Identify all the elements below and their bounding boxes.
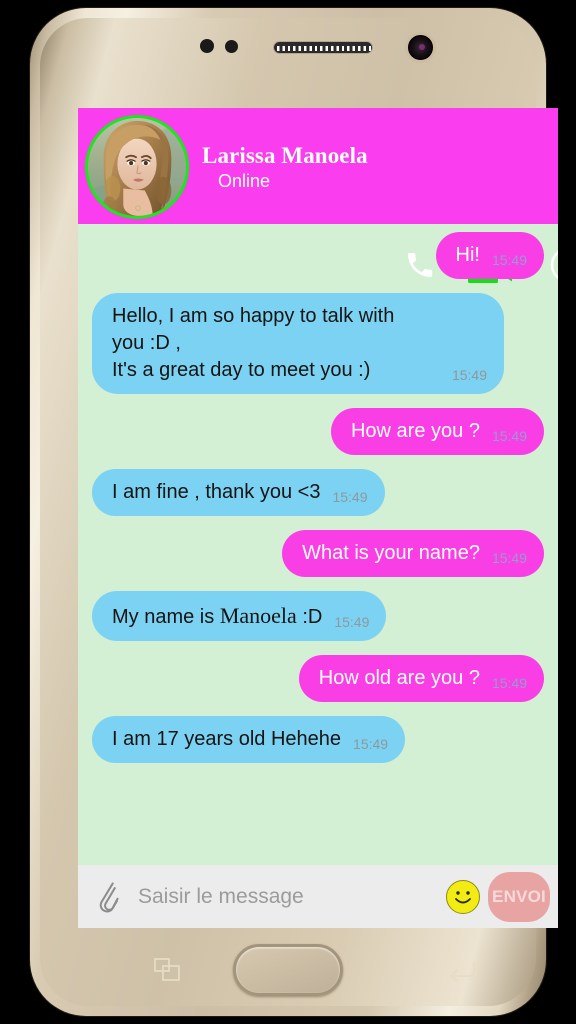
message-row: How old are you ? 15:49: [78, 655, 558, 702]
home-button[interactable]: [233, 944, 343, 996]
message-text: Hi!: [455, 244, 480, 266]
message-text: I am fine , thank you <3: [112, 481, 321, 503]
contact-status: Online: [218, 171, 271, 192]
message-row: What is your name? 15:49: [78, 530, 558, 577]
outgoing-message-bubble[interactable]: How old are you ? 15:49: [298, 655, 544, 702]
avatar-photo: [88, 118, 186, 216]
message-text: How are you ?: [350, 420, 480, 442]
contact-name: Larissa Manoela: [202, 143, 368, 168]
outgoing-message-bubble[interactable]: What is your name? 15:49: [282, 530, 544, 577]
phone-device: Larissa Manoela Online Hi! 15:49 Hello, …: [30, 8, 558, 1016]
chat-header: Larissa Manoela Online: [78, 108, 558, 283]
message-text: What is your name?: [302, 542, 480, 564]
message-input-bar: ENVOI: [78, 865, 558, 928]
proximity-sensor-icon: [200, 39, 214, 53]
message-text: My name is Manoela :D: [112, 603, 323, 628]
message-row: I am fine , thank you <3 15:49: [78, 469, 558, 516]
message-row: Hi! 15:49: [78, 232, 558, 279]
front-camera-icon: [405, 32, 436, 63]
message-text: I am 17 years old Hehehe: [112, 728, 342, 750]
message-timestamp: 15:49: [353, 736, 389, 752]
recents-button[interactable]: [154, 958, 182, 982]
message-timestamp: 15:49: [491, 675, 527, 691]
message-list[interactable]: Hi! 15:49 Hello, I am so happy to talk wit…: [78, 224, 558, 865]
message-row: My name is Manoela :D 15:49: [78, 591, 558, 641]
message-row: How are you ? 15:49: [78, 408, 558, 455]
message-text: How old are you ?: [318, 667, 480, 689]
incoming-message-bubble[interactable]: My name is Manoela :D 15:49: [92, 591, 387, 641]
send-button[interactable]: ENVOI: [488, 871, 550, 922]
message-timestamp: 15:49: [451, 367, 487, 383]
message-timestamp: 15:49: [334, 614, 370, 630]
incoming-message-bubble[interactable]: I am 17 years old Hehehe 15:49: [92, 716, 406, 763]
emoji-button[interactable]: [446, 879, 480, 914]
earpiece-speaker-icon: [273, 41, 373, 54]
outgoing-message-bubble[interactable]: How are you ? 15:49: [330, 408, 544, 455]
smiley-face-icon: [455, 890, 471, 903]
message-timestamp: 15:49: [491, 428, 527, 444]
attach-button[interactable]: [94, 881, 124, 913]
paperclip-icon: [99, 881, 119, 912]
message-text: Hello, I am so happy to talk with you :D…: [112, 305, 395, 381]
message-row: I am 17 years old Hehehe 15:49: [78, 716, 558, 763]
back-arrow-icon: [449, 961, 476, 983]
ambient-light-sensor-icon: [225, 40, 238, 53]
phone-screen: Larissa Manoela Online Hi! 15:49 Hello, …: [78, 108, 558, 928]
message-timestamp: 15:49: [332, 489, 368, 505]
avatar[interactable]: [85, 115, 189, 219]
back-button[interactable]: [448, 958, 476, 983]
header-contact-info: Larissa Manoela Online: [202, 143, 412, 192]
outgoing-message-bubble[interactable]: Hi! 15:49: [435, 232, 544, 279]
incoming-message-bubble[interactable]: I am fine , thank you <3 15:49: [92, 469, 385, 516]
recents-icon: [154, 958, 180, 981]
message-input[interactable]: [138, 876, 446, 917]
message-timestamp: 15:49: [491, 550, 527, 566]
message-row: Hello, I am so happy to talk with you :D…: [78, 293, 558, 394]
incoming-message-bubble[interactable]: Hello, I am so happy to talk with you :D…: [92, 293, 504, 394]
message-timestamp: 15:49: [491, 252, 527, 268]
